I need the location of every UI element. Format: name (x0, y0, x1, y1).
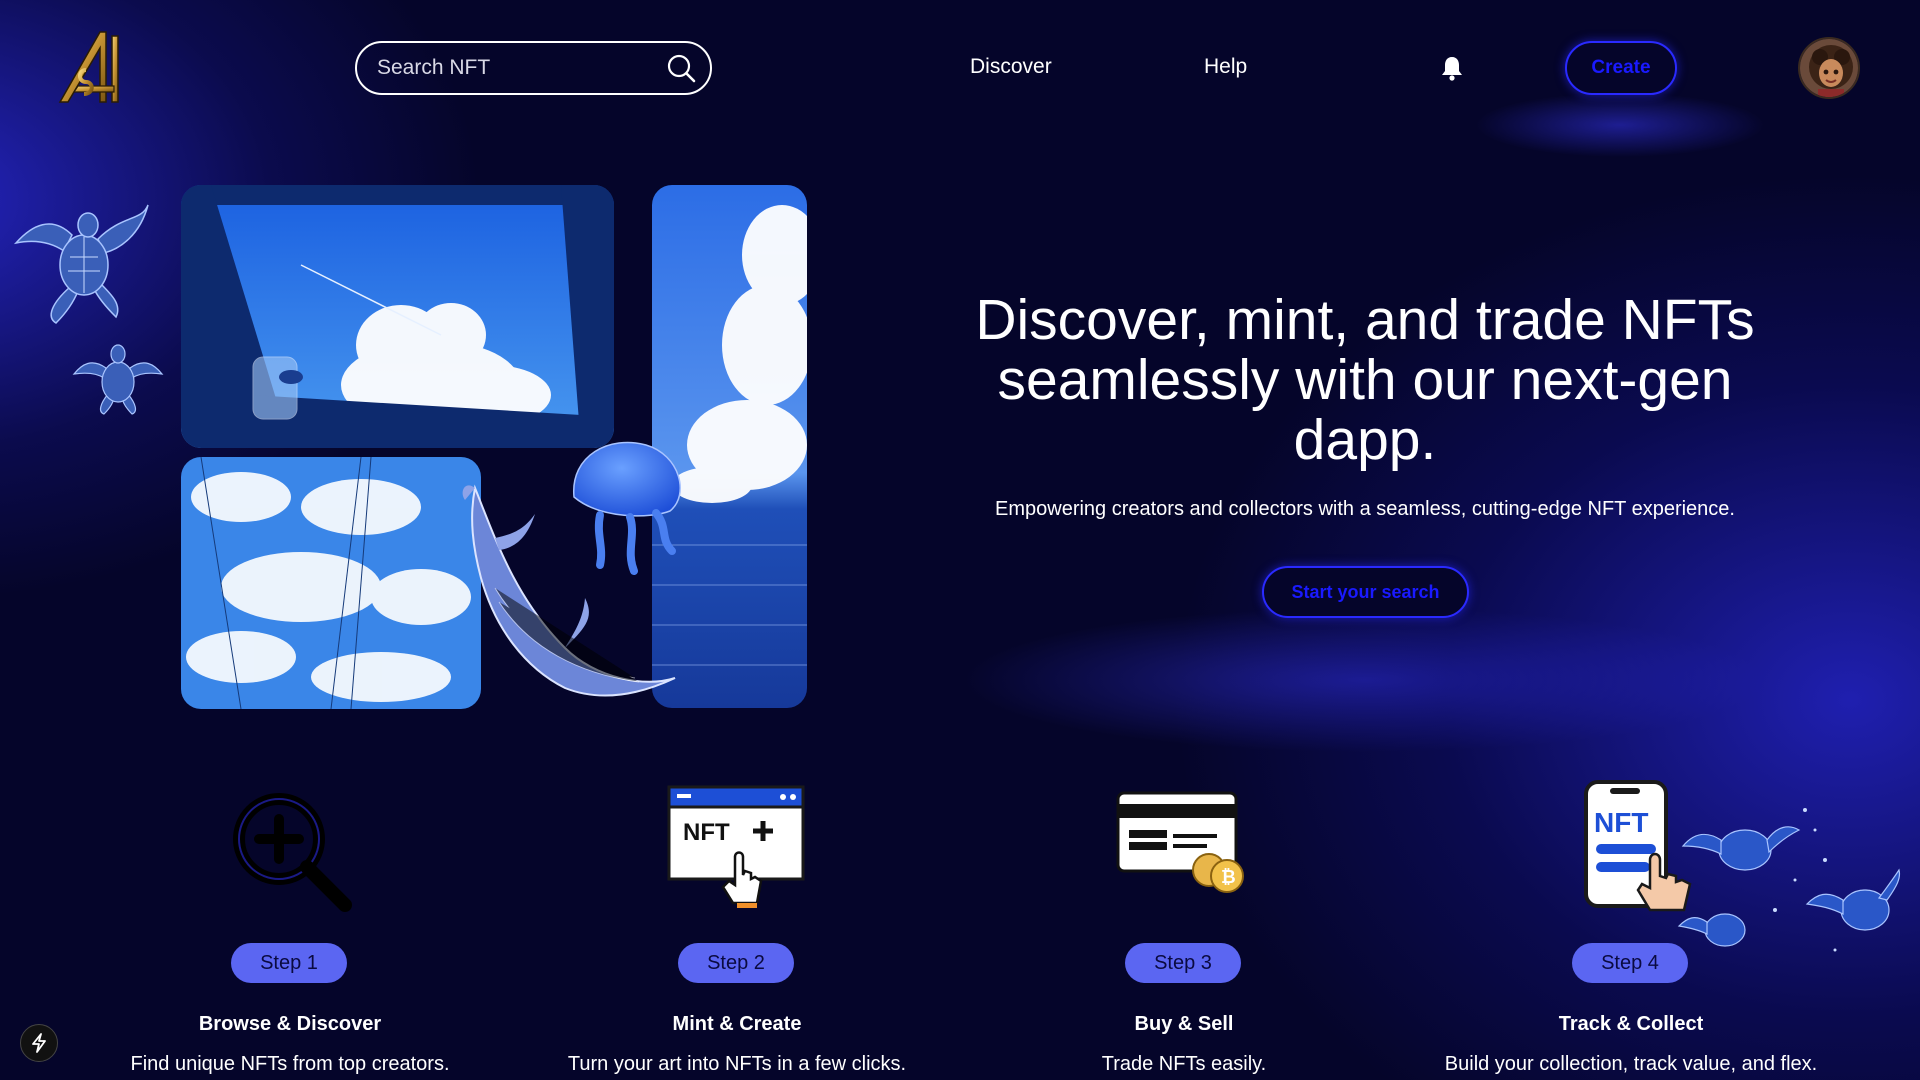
cloudy-sky-powerlines-image (181, 457, 481, 709)
nav-help[interactable]: Help (1204, 55, 1247, 79)
step-4-title: Track & Collect (1558, 1013, 1704, 1035)
bolt-badge-button[interactable] (20, 1024, 58, 1062)
hero-subtitle: Empowering creators and collectors with … (995, 498, 1735, 520)
jellyfish-illustration (573, 441, 681, 575)
search-input[interactable] (377, 56, 666, 80)
baby-turtles-decoration (1677, 808, 1901, 952)
step-3-desc: Trade NFTs easily. (1101, 1053, 1267, 1075)
avatar-illustration (1800, 39, 1858, 97)
start-search-button[interactable]: Start your search (1262, 566, 1469, 618)
magnifier-plus-icon (233, 793, 352, 912)
avatar[interactable] (1798, 37, 1860, 99)
nft-mint-window-icon: NFT (667, 785, 805, 908)
sea-turtle-decoration (13, 204, 149, 324)
step-4-pill: Step 4 (1572, 943, 1688, 983)
card-coins-icon: ₿ (1116, 791, 1244, 893)
nft-phone-label: NFT (1594, 807, 1648, 838)
sea-turtle-small-decoration (72, 344, 164, 415)
create-button[interactable]: Create (1565, 41, 1677, 95)
step-1-desc: Find unique NFTs from top creators. (130, 1053, 450, 1075)
hero-title: Discover, mint, and trade NFTs seamlessl… (975, 288, 1755, 472)
step-3-title: Buy & Sell (1134, 1013, 1234, 1035)
step-1-title: Browse & Discover (198, 1013, 382, 1035)
search-bar[interactable] (355, 41, 712, 95)
ash-logo[interactable] (56, 28, 132, 106)
step-2-title: Mint & Create (672, 1013, 802, 1035)
nft-mint-label: NFT (683, 819, 730, 846)
step-4-desc: Build your collection, track value, and … (1444, 1053, 1818, 1075)
search-icon[interactable] (666, 53, 696, 83)
lightning-icon (32, 1033, 46, 1053)
step-3-pill: Step 3 (1125, 943, 1241, 983)
step-2-pill: Step 2 (678, 943, 794, 983)
svg-text:₿: ₿ (1221, 867, 1236, 887)
bell-icon[interactable] (1440, 55, 1464, 81)
anime-window-sky-image (181, 185, 614, 448)
step-1-pill: Step 1 (231, 943, 347, 983)
step-2-desc: Turn your art into NFTs in a few clicks. (567, 1053, 907, 1075)
nav-discover[interactable]: Discover (970, 55, 1052, 79)
